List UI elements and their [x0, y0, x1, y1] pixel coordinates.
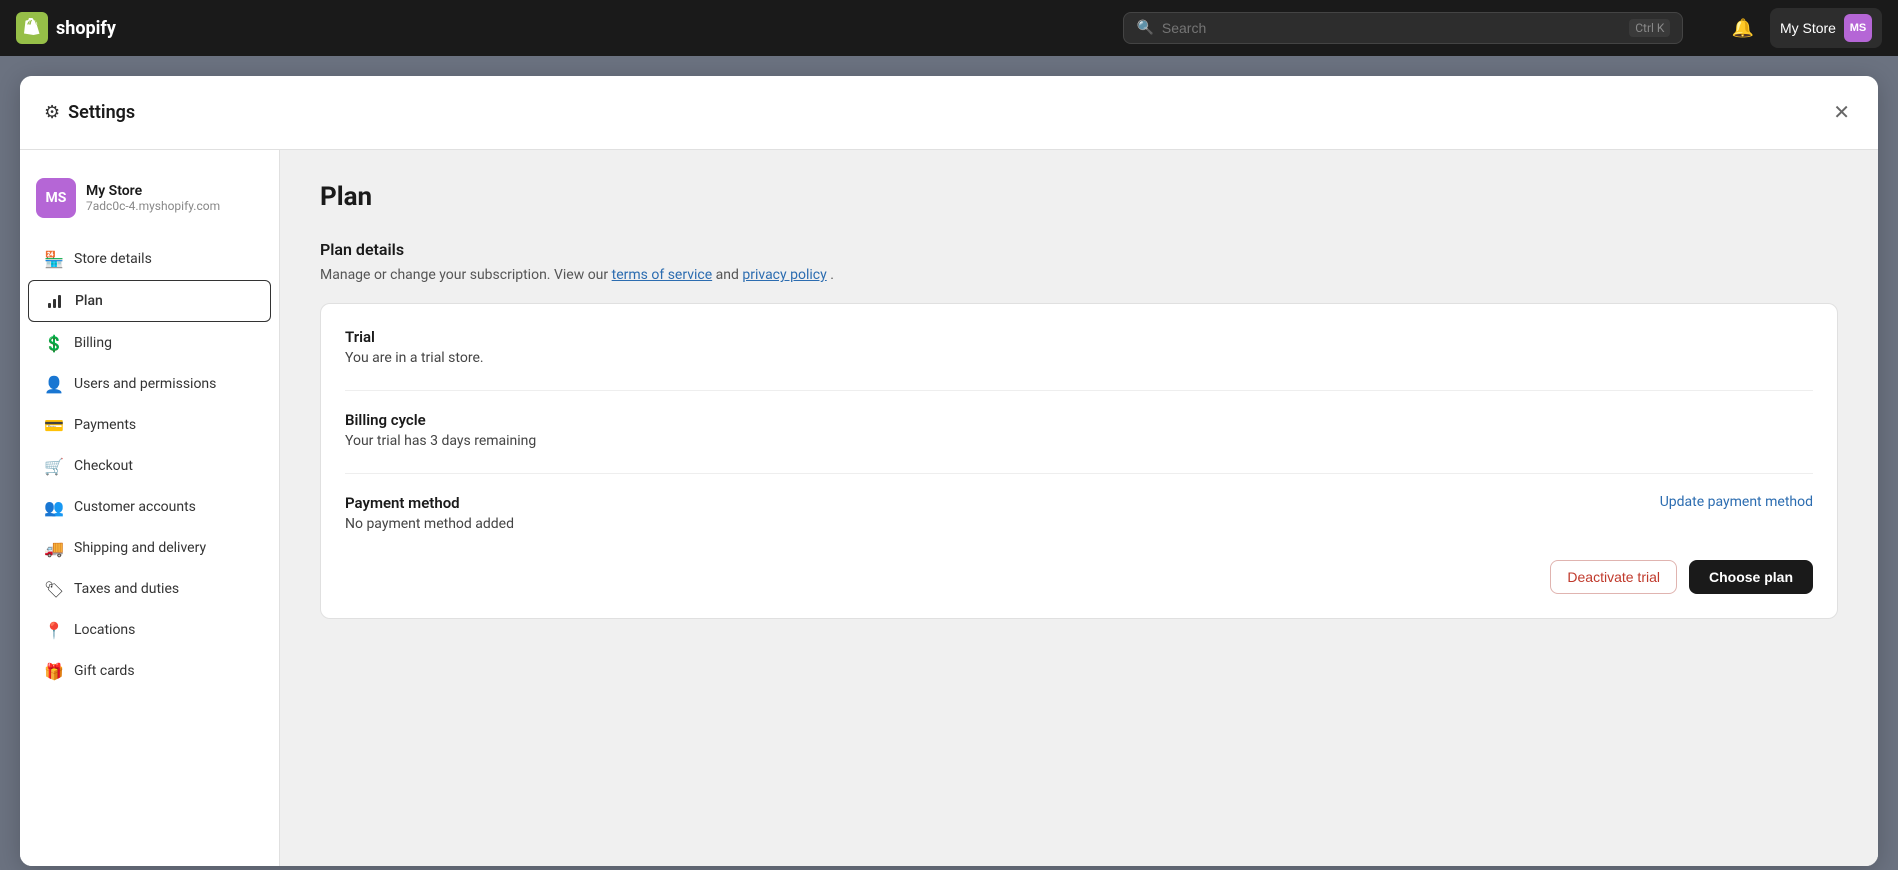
search-bar: 🔍 Ctrl K — [1123, 12, 1683, 44]
shipping-icon: 🚚 — [44, 538, 64, 558]
settings-sidebar: MS My Store 7adc0c-4.myshopify.com 🏪 Sto… — [20, 150, 280, 866]
sidebar-item-taxes-and-duties[interactable]: 🏷 Taxes and duties — [28, 569, 271, 609]
shopify-logo[interactable]: shopify — [16, 12, 116, 44]
sidebar-label-billing: Billing — [74, 335, 112, 351]
plan-desc-middle: and — [716, 267, 739, 283]
settings-main: Plan Plan details Manage or change your … — [280, 150, 1878, 866]
plan-details-section-title: Plan details — [320, 240, 1838, 259]
plan-details-description: Manage or change your subscription. View… — [320, 267, 1838, 283]
billing-icon: 💲 — [44, 333, 64, 353]
store-info-text: My Store 7adc0c-4.myshopify.com — [86, 183, 220, 213]
sidebar-item-plan[interactable]: Plan — [28, 280, 271, 322]
plan-trial-row: Trial You are in a trial store. — [345, 328, 1813, 366]
choose-plan-button[interactable]: Choose plan — [1689, 560, 1813, 594]
sidebar-item-users-and-permissions[interactable]: 👤 Users and permissions — [28, 364, 271, 404]
settings-modal: ⚙ Settings ✕ MS My Store 7adc0c-4.myshop… — [20, 76, 1878, 866]
sidebar-store-name: My Store — [86, 183, 220, 199]
sidebar-label-plan: Plan — [75, 293, 103, 309]
sidebar-item-shipping-and-delivery[interactable]: 🚚 Shipping and delivery — [28, 528, 271, 568]
settings-body: MS My Store 7adc0c-4.myshopify.com 🏪 Sto… — [20, 150, 1878, 866]
sidebar-label-customer-accounts: Customer accounts — [74, 499, 196, 515]
trial-value: You are in a trial store. — [345, 350, 1813, 366]
sidebar-item-billing[interactable]: 💲 Billing — [28, 323, 271, 363]
settings-header: ⚙ Settings ✕ — [20, 76, 1878, 150]
settings-gear-icon: ⚙ — [44, 102, 60, 123]
checkout-icon: 🛒 — [44, 456, 64, 476]
shopify-logo-icon — [16, 12, 48, 44]
sidebar-store-domain: 7adc0c-4.myshopify.com — [86, 199, 220, 213]
sidebar-store-avatar: MS — [36, 178, 76, 218]
gift-cards-icon: 🎁 — [44, 661, 64, 681]
search-shortcut: Ctrl K — [1629, 19, 1670, 37]
sidebar-label-users-and-permissions: Users and permissions — [74, 376, 216, 392]
sidebar-label-checkout: Checkout — [74, 458, 133, 474]
plan-desc-before: Manage or change your subscription. View… — [320, 267, 608, 283]
sidebar-item-store-details[interactable]: 🏪 Store details — [28, 239, 271, 279]
sidebar-label-payments: Payments — [74, 417, 136, 433]
billing-cycle-value: Your trial has 3 days remaining — [345, 433, 1813, 449]
payments-icon: 💳 — [44, 415, 64, 435]
navbar-right: 🔔 My Store MS — [1728, 8, 1882, 48]
navbar: shopify 🔍 Ctrl K 🔔 My Store MS — [0, 0, 1898, 56]
shopify-logo-text: shopify — [56, 18, 116, 39]
users-icon: 👤 — [44, 374, 64, 394]
sidebar-item-payments[interactable]: 💳 Payments — [28, 405, 271, 445]
store-details-icon: 🏪 — [44, 249, 64, 269]
sidebar-label-locations: Locations — [74, 622, 135, 638]
taxes-icon: 🏷 — [44, 579, 64, 599]
update-payment-method-link[interactable]: Update payment method — [1660, 494, 1813, 510]
payment-method-header: Payment method Update payment method — [345, 494, 1813, 516]
deactivate-trial-button[interactable]: Deactivate trial — [1550, 560, 1677, 594]
plan-payment-method-row: Payment method Update payment method No … — [345, 494, 1813, 532]
bell-icon: 🔔 — [1732, 18, 1754, 38]
sidebar-label-store-details: Store details — [74, 251, 152, 267]
sidebar-label-gift-cards: Gift cards — [74, 663, 135, 679]
sidebar-label-shipping-and-delivery: Shipping and delivery — [74, 540, 206, 556]
plan-divider-2 — [345, 473, 1813, 474]
page-title: Plan — [320, 182, 1838, 212]
sidebar-label-taxes-and-duties: Taxes and duties — [74, 581, 179, 597]
privacy-policy-link[interactable]: privacy policy — [742, 267, 826, 283]
payment-method-label: Payment method — [345, 494, 460, 512]
store-info: MS My Store 7adc0c-4.myshopify.com — [20, 166, 279, 238]
plan-divider-1 — [345, 390, 1813, 391]
store-avatar: MS — [1844, 14, 1872, 42]
sidebar-item-checkout[interactable]: 🛒 Checkout — [28, 446, 271, 486]
plan-actions: Deactivate trial Choose plan — [345, 560, 1813, 594]
search-input-wrapper: 🔍 Ctrl K — [1123, 12, 1683, 44]
store-name-label: My Store — [1780, 20, 1836, 36]
trial-label: Trial — [345, 328, 1813, 346]
store-selector-button[interactable]: My Store MS — [1770, 8, 1882, 48]
plan-icon — [45, 291, 65, 311]
sidebar-item-locations[interactable]: 📍 Locations — [28, 610, 271, 650]
settings-close-button[interactable]: ✕ — [1829, 96, 1854, 129]
sidebar-item-gift-cards[interactable]: 🎁 Gift cards — [28, 651, 271, 691]
locations-icon: 📍 — [44, 620, 64, 640]
plan-card: Trial You are in a trial store. Billing … — [320, 303, 1838, 619]
plan-desc-after: . — [830, 267, 834, 283]
plan-billing-cycle-row: Billing cycle Your trial has 3 days rema… — [345, 411, 1813, 449]
payment-method-value: No payment method added — [345, 516, 1813, 532]
billing-cycle-label: Billing cycle — [345, 411, 1813, 429]
customer-accounts-icon: 👥 — [44, 497, 64, 517]
sidebar-item-customer-accounts[interactable]: 👥 Customer accounts — [28, 487, 271, 527]
settings-title: Settings — [68, 102, 1829, 123]
search-icon: 🔍 — [1136, 20, 1153, 36]
terms-of-service-link[interactable]: terms of service — [612, 267, 713, 283]
search-input[interactable] — [1162, 20, 1621, 36]
notifications-button[interactable]: 🔔 — [1728, 14, 1758, 43]
